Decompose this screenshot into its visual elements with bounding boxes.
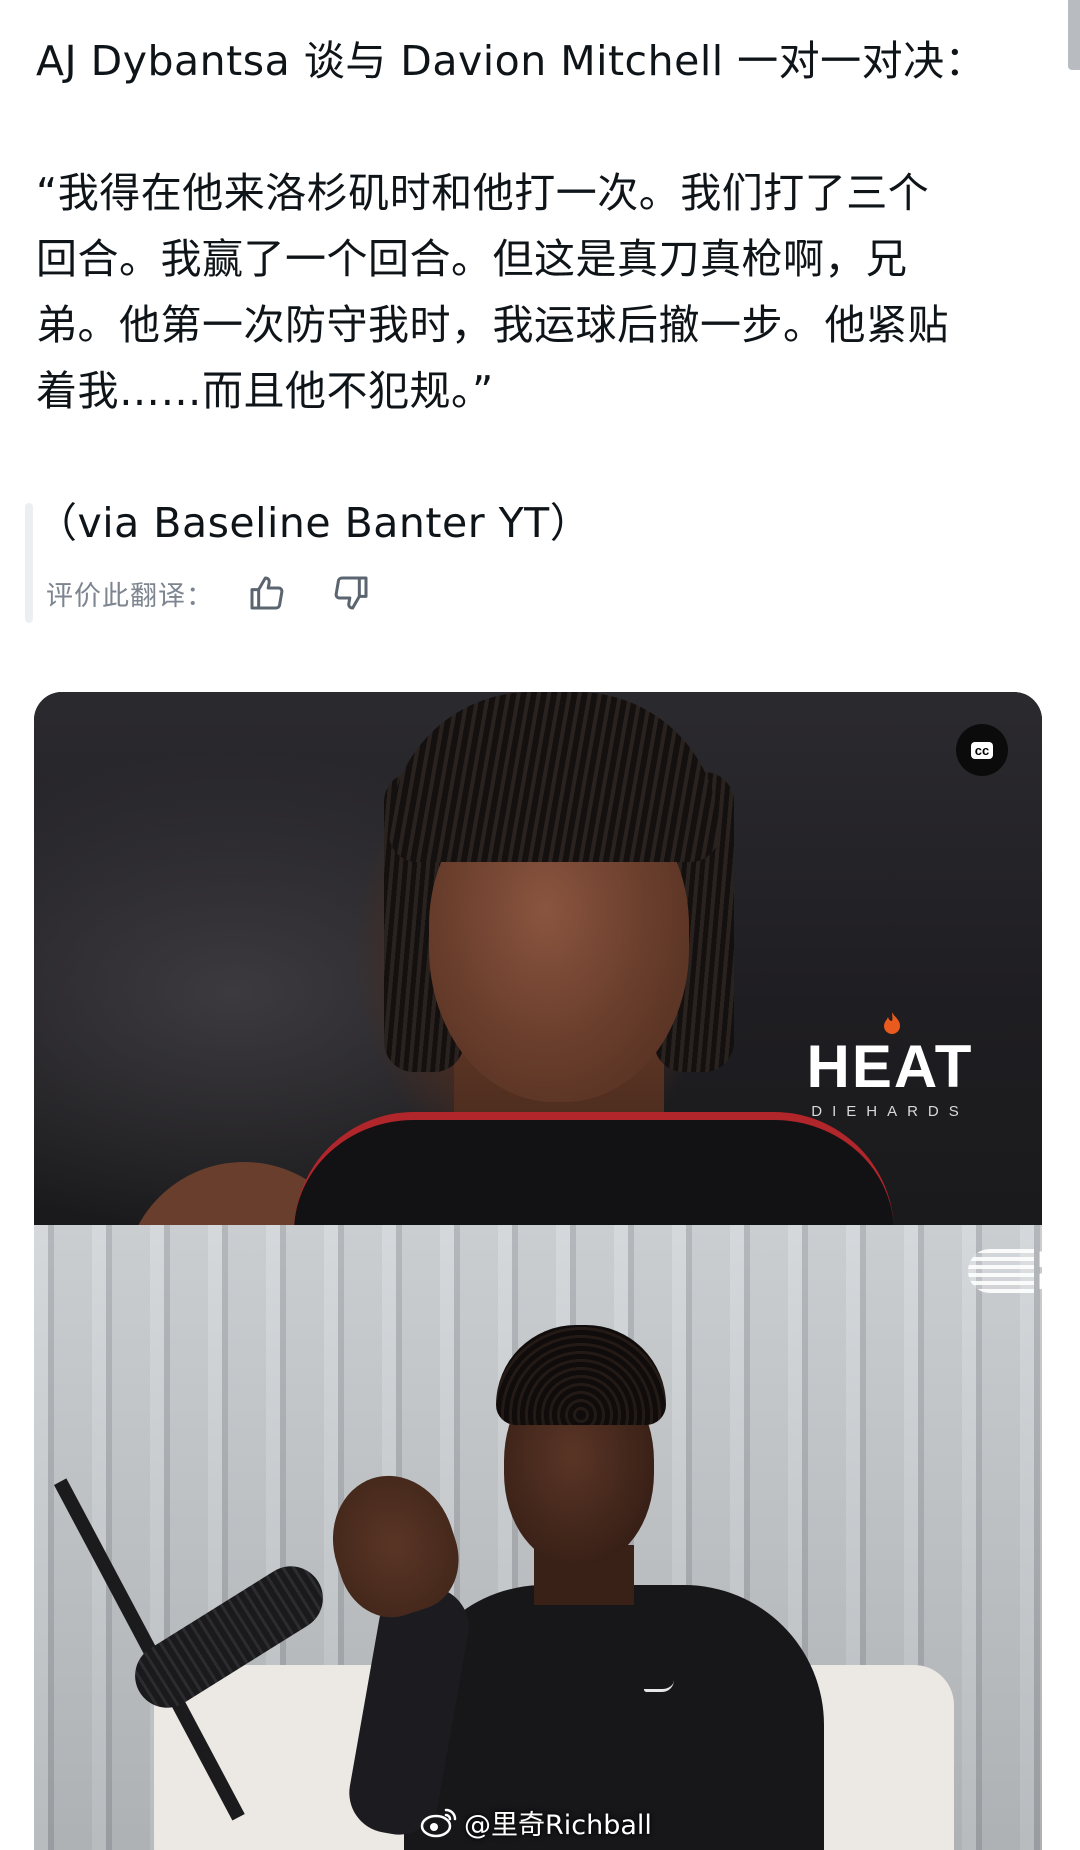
translation-indicator-bar bbox=[25, 503, 33, 623]
thumbs-up-icon bbox=[250, 576, 284, 610]
quote-line: 弟。他第一次防守我时，我运球后撤一步。他紧贴 bbox=[36, 301, 949, 349]
quote-line: “我得在他来洛杉矶时和他打一次。我们打了三个 bbox=[36, 169, 930, 217]
quote-line: 回合。我赢了一个回合。但这是真刀真枪啊，兄 bbox=[36, 235, 908, 283]
player-hair bbox=[389, 692, 719, 862]
translation-rating: 评价此翻译： bbox=[46, 568, 374, 618]
weibo-watermark: @里奇Richball bbox=[420, 1800, 652, 1844]
scrollbar-thumb[interactable] bbox=[1068, 0, 1080, 70]
thumbs-down-icon bbox=[334, 576, 368, 610]
post-title-line: AJ Dybantsa 谈与 Davion Mitchell 一对一对决： bbox=[36, 37, 987, 85]
interview-photo-bottom: B B bbox=[34, 1225, 1042, 1850]
cc-label: cc bbox=[970, 741, 994, 759]
post-image[interactable]: cc HEAT DIEHARDS bbox=[34, 692, 1042, 1850]
heat-logo-word: HEAT bbox=[806, 1033, 974, 1100]
closed-captions-button[interactable]: cc bbox=[956, 724, 1008, 776]
rate-translation-label: 评价此翻译： bbox=[46, 580, 214, 612]
source-credit: （via Baseline Banter YT） bbox=[36, 499, 592, 547]
heat-diehards-logo: HEAT DIEHARDS bbox=[790, 1012, 990, 1120]
post-body: AJ Dybantsa 谈与 Davion Mitchell 一对一对决： “我… bbox=[36, 28, 1026, 556]
flame-icon bbox=[884, 1012, 900, 1034]
thumbs-up-button[interactable] bbox=[244, 570, 290, 616]
weibo-icon bbox=[420, 1808, 457, 1838]
quote-line: 着我……而且他不犯规。” bbox=[36, 367, 494, 415]
watermark-handle: @里奇Richball bbox=[464, 1809, 652, 1841]
thumbs-down-button[interactable] bbox=[328, 570, 374, 616]
player-photo-top: cc HEAT DIEHARDS bbox=[34, 692, 1042, 1282]
basketball-logo-icon bbox=[968, 1249, 1035, 1293]
heat-logo-sub: DIEHARDS bbox=[811, 1103, 969, 1120]
baseline-banter-logo: B B bbox=[968, 1249, 1042, 1293]
post-page: AJ Dybantsa 谈与 Davion Mitchell 一对一对决： “我… bbox=[0, 0, 1080, 1850]
